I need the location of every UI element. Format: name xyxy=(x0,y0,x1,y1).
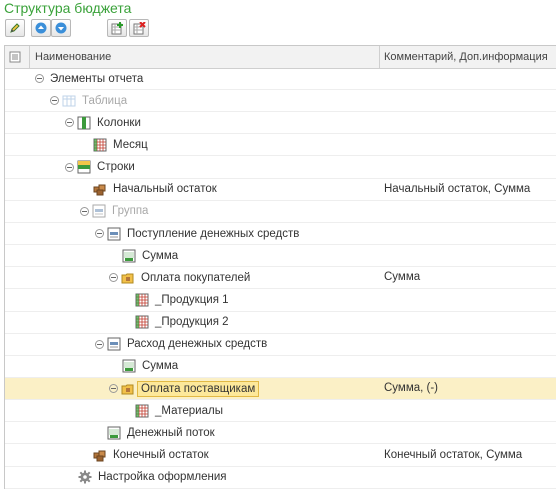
tree-row-label: _Продукция 1 xyxy=(155,294,229,306)
tree-row-label: Сумма xyxy=(142,360,179,373)
tree-row[interactable]: Оплата покупателей Сумма xyxy=(5,267,556,290)
table-icon xyxy=(62,94,76,108)
tree-row[interactable]: Месяц xyxy=(5,134,556,157)
collapse-toggle-icon[interactable] xyxy=(109,384,118,394)
grid-icon xyxy=(135,315,149,329)
move-up-button[interactable] xyxy=(31,19,51,37)
tree-row-comment: Сумма xyxy=(384,271,421,284)
group-icon xyxy=(92,204,106,218)
tree-row[interactable]: Сумма xyxy=(5,356,556,378)
tree-row[interactable]: Поступление денежных средств xyxy=(5,223,556,246)
cubes-icon xyxy=(93,448,107,462)
tree-row-label: Конечный остаток xyxy=(113,449,209,462)
move-up-icon xyxy=(35,22,47,34)
tree-row-label: Строки xyxy=(97,161,135,174)
tree-row[interactable]: Строки xyxy=(5,157,556,179)
tree-row[interactable]: Настройка оформления xyxy=(5,467,556,489)
tree-row-label: Расход денежных средств xyxy=(127,338,268,351)
tree-row[interactable]: Группа xyxy=(5,201,556,223)
edit-icon xyxy=(10,23,20,33)
rows-icon xyxy=(77,160,91,174)
move-down-button[interactable] xyxy=(51,19,71,37)
tree-row-label: Поступление денежных средств xyxy=(127,227,300,240)
move-down-icon xyxy=(55,22,67,34)
collapse-toggle-icon[interactable] xyxy=(65,162,74,172)
tree-row-label: Начальный остаток xyxy=(113,183,217,196)
grid-icon xyxy=(93,138,107,152)
collapse-toggle-icon[interactable] xyxy=(50,96,59,106)
collapse-toggle-icon[interactable] xyxy=(109,273,118,283)
gear-icon xyxy=(78,470,92,484)
tree-row[interactable]: Расход денежных средств xyxy=(5,334,556,356)
tree-row-label: Настройка оформления xyxy=(98,471,227,484)
collapse-toggle-icon[interactable] xyxy=(80,206,89,216)
budget-structure-tree[interactable]: Наименование Комментарий, Доп.информация… xyxy=(4,45,556,489)
collapse-toggle-icon[interactable] xyxy=(65,118,74,128)
columns-icon xyxy=(77,116,91,130)
edit-button[interactable] xyxy=(5,19,25,37)
tree-row-label: Денежный поток xyxy=(127,426,215,439)
collapse-toggle-icon[interactable] xyxy=(35,74,44,83)
tree-row[interactable]: Сумма xyxy=(5,245,556,268)
add-button[interactable] xyxy=(107,19,127,37)
tree-row-label: Оплата поставщикам xyxy=(137,380,260,397)
collapse-toggle-icon[interactable] xyxy=(95,339,104,349)
add-icon xyxy=(111,21,123,34)
tree-row-comment: Сумма, (-) xyxy=(384,382,439,395)
column-settings-icon xyxy=(9,51,21,63)
sum-icon xyxy=(122,359,136,373)
tree-row[interactable]: Колонки xyxy=(5,112,556,135)
group-icon xyxy=(107,337,121,351)
tree-row[interactable]: _Материалы xyxy=(5,400,556,423)
sum-icon xyxy=(107,426,121,440)
tree-row-label: Сумма xyxy=(142,249,179,262)
tree-row-label: _Материалы xyxy=(155,404,223,417)
page-title: Структура бюджета xyxy=(4,0,132,16)
tree-row[interactable]: Конечный остаток Конечный остаток, Сумма xyxy=(5,445,556,467)
column-header-comment[interactable]: Комментарий, Доп.информация xyxy=(384,46,548,68)
tree-row[interactable]: Таблица xyxy=(5,90,556,113)
tree-row[interactable]: Элементы отчета xyxy=(5,68,556,90)
tree-row-label: Элементы отчета xyxy=(50,72,144,85)
tree-row-label: Колонки xyxy=(97,116,141,129)
tree-row[interactable]: _Продукция 1 xyxy=(5,290,556,312)
tree-row[interactable]: Начальный остаток Начальный остаток, Сумм… xyxy=(5,179,556,201)
header-settings-cell[interactable] xyxy=(9,46,27,68)
folder-cubes-icon xyxy=(121,382,135,396)
tree-row-label: Месяц xyxy=(113,138,148,151)
tree-row-label: _Продукция 2 xyxy=(155,316,229,329)
tree-row[interactable]: Оплата поставщикам Сумма, (-) xyxy=(5,378,556,401)
tree-row-label: Оплата покупателей xyxy=(141,271,251,284)
delete-button[interactable] xyxy=(129,19,149,37)
group-icon xyxy=(107,227,121,241)
tree-row-comment: Конечный остаток, Сумма xyxy=(384,448,523,461)
tree-row-label: Группа xyxy=(112,205,149,218)
tree-row[interactable]: _Продукция 2 xyxy=(5,312,556,334)
grid-header: Наименование Комментарий, Доп.информация xyxy=(5,46,556,69)
column-header-name[interactable]: Наименование xyxy=(35,46,111,68)
sum-icon xyxy=(122,249,136,263)
tree-row-comment: Начальный остаток, Сумма xyxy=(384,182,531,195)
tree-row[interactable]: Денежный поток xyxy=(5,422,556,445)
grid-icon xyxy=(135,293,149,307)
delete-icon xyxy=(133,21,146,34)
tree-row-label: Таблица xyxy=(82,94,128,107)
folder-cubes-icon xyxy=(121,271,135,285)
collapse-toggle-icon[interactable] xyxy=(95,229,104,239)
cubes-icon xyxy=(93,182,107,196)
grid-icon xyxy=(135,404,149,418)
